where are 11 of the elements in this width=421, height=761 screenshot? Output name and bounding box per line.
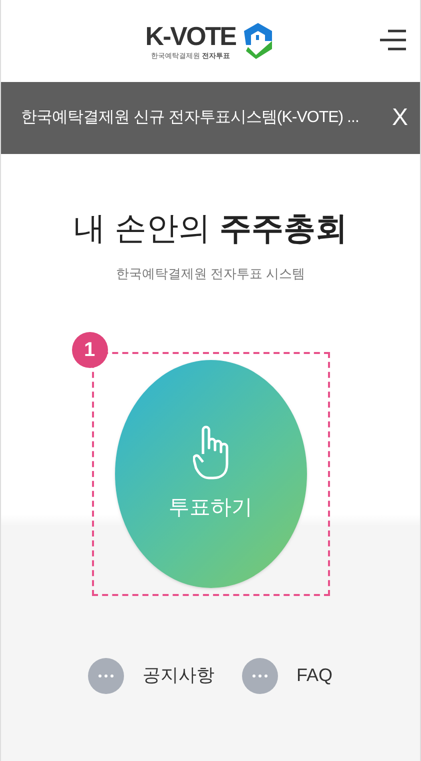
link-label[interactable]: FAQ bbox=[296, 662, 332, 689]
step-badge: 1 bbox=[72, 332, 108, 368]
link-label[interactable]: 공지사항 bbox=[142, 662, 214, 689]
hero-title: 내 손안의 주주총회 bbox=[74, 209, 348, 248]
more-icon bbox=[88, 658, 124, 694]
more-icon bbox=[242, 658, 278, 694]
hero-subtitle: 한국예탁결제원 전자투표 시스템 bbox=[116, 265, 306, 283]
close-button[interactable]: X bbox=[392, 100, 408, 136]
menu-icon[interactable] bbox=[380, 28, 406, 52]
logo-text: K-VOTE bbox=[145, 22, 236, 48]
notice-text[interactable]: 한국예탁결제원 신규 전자투표시스템(K-VOTE) ... bbox=[21, 106, 359, 130]
